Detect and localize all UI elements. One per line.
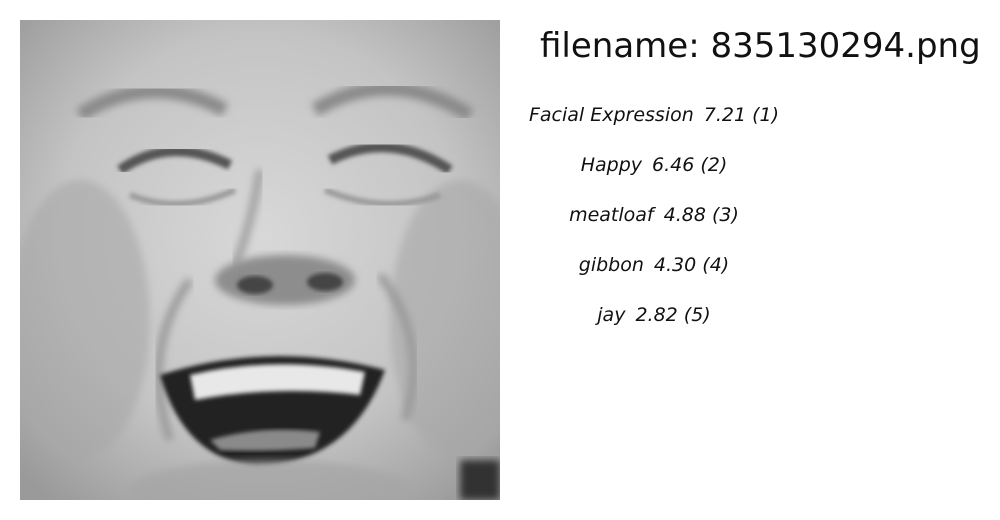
prediction-item: gibbon 4.30 (4) — [540, 250, 768, 300]
prediction-label: meatloaf — [569, 204, 654, 226]
prediction-rank: (4) — [702, 254, 730, 276]
filename-heading: filename: 835130294.png — [540, 26, 981, 66]
prediction-score: 4.88 — [663, 204, 706, 226]
result-view: filename: 835130294.png Facial Expressio… — [0, 0, 1000, 520]
prediction-score: 6.46 — [652, 154, 695, 176]
face-photo-icon — [20, 20, 500, 500]
prediction-item: meatloaf 4.88 (3) — [540, 200, 768, 250]
prediction-list: Facial Expression 7.21 (1) Happy 6.46 (2… — [529, 100, 779, 350]
prediction-item: Happy 6.46 (2) — [540, 150, 768, 200]
face-photo — [20, 20, 500, 500]
prediction-rank: (1) — [752, 104, 780, 126]
prediction-score: 7.21 — [703, 104, 747, 126]
prediction-item: jay 2.82 (5) — [540, 300, 768, 350]
prediction-score: 4.30 — [653, 254, 697, 276]
prediction-rank: (2) — [700, 154, 728, 176]
prediction-score: 2.82 — [635, 304, 678, 326]
prediction-rank: (3) — [711, 204, 739, 226]
prediction-rank: (5) — [683, 304, 711, 326]
prediction-item: Facial Expression 7.21 (1) — [529, 100, 779, 150]
prediction-label: jay — [597, 304, 626, 326]
prediction-label: Happy — [580, 154, 642, 176]
prediction-label: Facial Expression — [528, 104, 694, 126]
prediction-label: gibbon — [578, 254, 644, 276]
